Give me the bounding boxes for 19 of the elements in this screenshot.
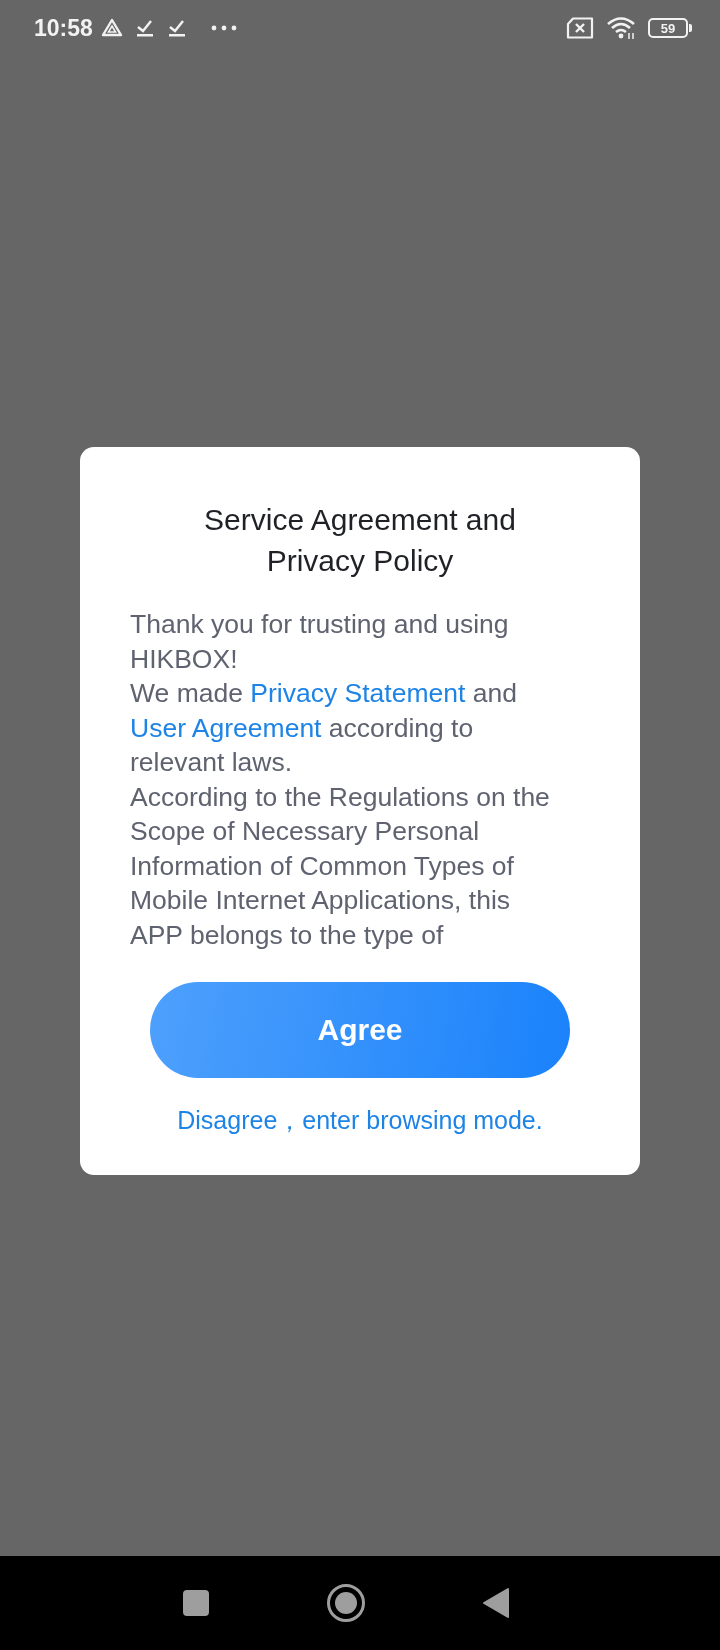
agreement-paragraph: According to the Regulations on the Scope of Necessary Personal Information of Common Types of Mobile Internet Applications, this APP belongs to the type of bbox=[130, 780, 551, 952]
status-time: 10:58 bbox=[34, 14, 93, 42]
more-icon bbox=[210, 25, 237, 31]
no-sim-icon bbox=[566, 17, 594, 39]
recents-icon[interactable] bbox=[182, 1589, 210, 1617]
back-icon[interactable] bbox=[482, 1587, 510, 1619]
agreement-paragraph: Thank you for trusting and using HIKBOX! bbox=[130, 608, 510, 676]
agree-button[interactable]: Agree bbox=[150, 982, 570, 1078]
disagree-link[interactable]: Disagree，enter browsing mode. bbox=[177, 1104, 543, 1137]
wifi-icon bbox=[606, 16, 636, 40]
home-icon[interactable] bbox=[326, 1583, 366, 1623]
agreement-link[interactable]: Privacy Statement bbox=[250, 678, 466, 708]
battery-icon: 59 bbox=[648, 18, 688, 38]
download-done-icon bbox=[134, 18, 155, 38]
dialog-title: Service Agreement and Privacy Policy bbox=[203, 502, 517, 579]
agreement-paragraph: We made Privacy Statement and User Agreement according to relevant laws. bbox=[130, 677, 518, 779]
agreement-link[interactable]: User Agreement bbox=[130, 712, 322, 743]
download-done-icon bbox=[166, 18, 187, 38]
triangle-icon bbox=[100, 18, 123, 38]
